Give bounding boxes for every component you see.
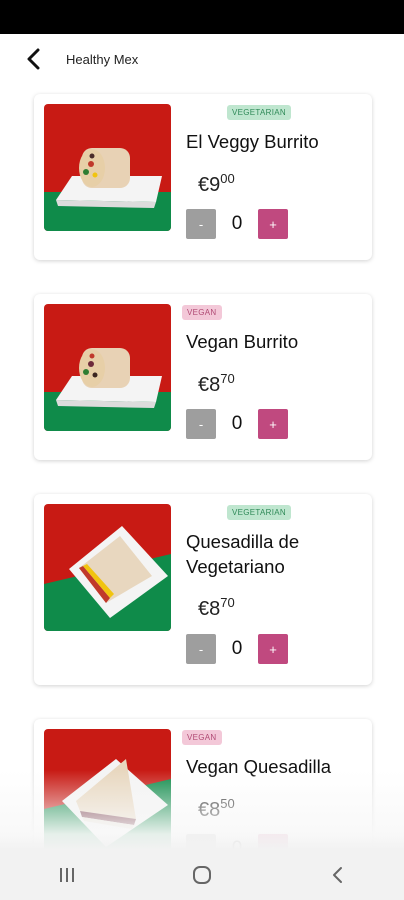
increase-button[interactable]: + [258, 209, 288, 239]
product-image [44, 304, 171, 431]
recents-icon [60, 868, 75, 882]
screen: Healthy Mex VEGETARIAN El Veggy Burrito … [0, 0, 404, 900]
price-currency: € [198, 598, 210, 620]
price-cents: 50 [220, 796, 235, 811]
quantity-stepper: - 0 + [186, 834, 296, 850]
vegan-badge: VEGAN [182, 305, 222, 320]
chevron-left-icon [27, 48, 40, 70]
system-back-button[interactable] [307, 855, 367, 895]
product-price: €870 [198, 371, 235, 397]
price-currency: € [198, 174, 210, 196]
quantity-stepper: - 0 + [186, 634, 296, 664]
quantity-value: 0 [231, 413, 243, 434]
home-icon [192, 866, 211, 884]
page-title: Healthy Mex [66, 51, 139, 67]
product-image [44, 104, 171, 231]
product-price: €850 [198, 796, 235, 822]
product-image [44, 504, 171, 631]
decrease-button[interactable]: - [186, 834, 216, 850]
increase-button[interactable]: + [258, 409, 288, 439]
product-name: Quesadilla de Vegetariano [186, 531, 300, 577]
back-button[interactable] [14, 39, 54, 79]
price-cents: 70 [220, 371, 235, 386]
increase-button[interactable]: + [258, 834, 288, 850]
vegetarian-badge: VEGETARIAN [227, 505, 291, 520]
product-card: VEGAN Vegan Burrito €870 - 0 + [34, 294, 372, 460]
product-price: €900 [198, 171, 235, 197]
home-button[interactable] [172, 855, 232, 895]
product-name: Vegan Burrito [186, 331, 299, 352]
vegan-badge: VEGAN [182, 730, 222, 745]
quantity-value: 0 [231, 838, 243, 850]
quantity-value: 0 [231, 638, 243, 659]
price-cents: 00 [220, 171, 235, 186]
back-icon [332, 867, 342, 883]
price-currency: € [198, 374, 210, 396]
decrease-button[interactable]: - [186, 634, 216, 664]
product-card: VEGAN Vegan Quesadilla €850 - 0 + [34, 719, 372, 850]
product-card: VEGETARIAN Quesadilla de Vegetariano €87… [34, 494, 372, 685]
price-main: 8 [209, 598, 221, 620]
recents-button[interactable] [37, 855, 97, 895]
product-name: El Veggy Burrito [186, 131, 319, 152]
decrease-button[interactable]: - [186, 409, 216, 439]
price-currency: € [198, 799, 210, 821]
app-header: Healthy Mex [0, 34, 404, 84]
price-main: 8 [209, 799, 221, 821]
quantity-stepper: - 0 + [186, 409, 296, 439]
system-nav-bar [0, 850, 404, 900]
price-main: 8 [209, 374, 221, 396]
increase-button[interactable]: + [258, 634, 288, 664]
price-cents: 70 [220, 595, 235, 610]
quantity-stepper: - 0 + [186, 209, 296, 239]
price-main: 9 [209, 174, 221, 196]
product-name: Vegan Quesadilla [186, 756, 332, 777]
product-card: VEGETARIAN El Veggy Burrito €900 - 0 + [34, 94, 372, 260]
product-list: VEGETARIAN El Veggy Burrito €900 - 0 + V… [0, 84, 404, 850]
vegetarian-badge: VEGETARIAN [227, 105, 291, 120]
decrease-button[interactable]: - [186, 209, 216, 239]
status-bar [0, 0, 404, 34]
product-price: €870 [198, 595, 235, 621]
quantity-value: 0 [231, 213, 243, 234]
product-image [44, 729, 171, 850]
